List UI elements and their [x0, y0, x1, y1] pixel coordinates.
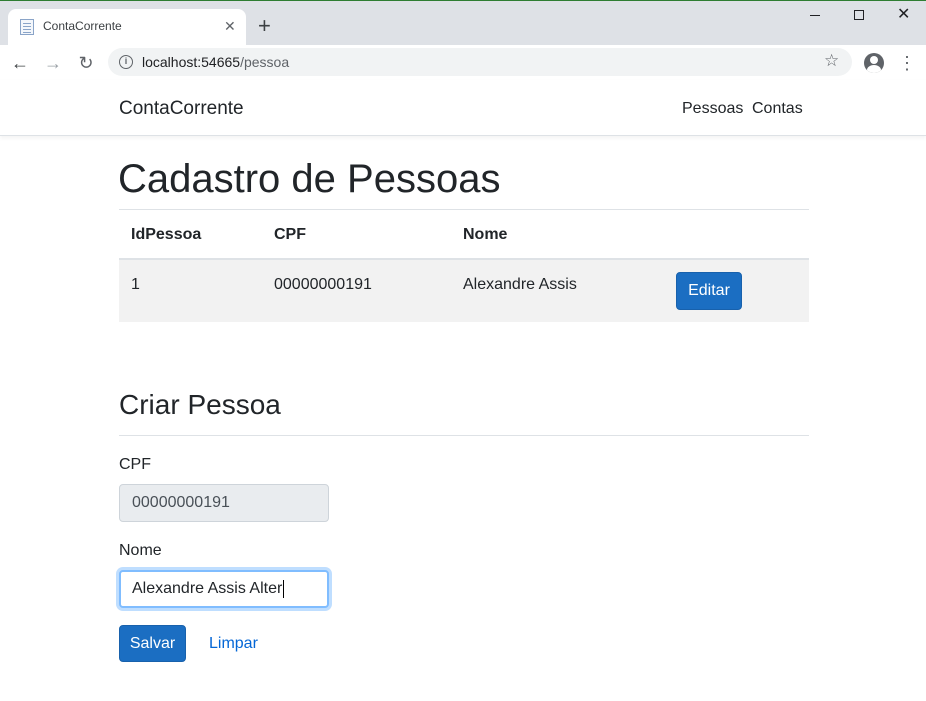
form-title: Criar Pessoa	[119, 389, 281, 420]
brand-link[interactable]: ContaCorrente	[119, 98, 244, 120]
browser-tab[interactable]: ContaCorrente ✕	[8, 9, 246, 45]
divider	[119, 435, 809, 436]
table-header: IdPessoa CPF Nome	[119, 210, 809, 260]
new-tab-icon[interactable]: +	[258, 15, 271, 37]
edit-button[interactable]: Editar	[676, 272, 742, 310]
url-text: localhost:54665/pessoa	[142, 54, 289, 70]
minimize-icon[interactable]	[810, 15, 820, 16]
address-bar[interactable]: i localhost:54665/pessoa ☆	[108, 48, 852, 76]
info-icon[interactable]: i	[119, 55, 133, 69]
page: ContaCorrente Pessoas Contas Cadastro de…	[0, 80, 926, 701]
save-button[interactable]: Salvar	[119, 625, 186, 662]
column-header-nome: Nome	[463, 226, 508, 243]
cpf-label: CPF	[119, 456, 151, 473]
close-window-icon[interactable]: ✕	[897, 5, 910, 25]
forward-arrow-icon[interactable]: →	[41, 51, 65, 75]
nav-link-pessoas[interactable]: Pessoas	[682, 100, 743, 118]
cpf-field[interactable]: 00000000191	[119, 484, 329, 522]
page-icon	[20, 19, 34, 35]
browser-toolbar: ← → ↻ i localhost:54665/pessoa ☆ ⋮	[0, 45, 926, 81]
site-navbar: ContaCorrente Pessoas Contas	[0, 80, 926, 136]
clear-link[interactable]: Limpar	[209, 635, 258, 653]
text-caret	[283, 579, 285, 598]
url-path: /pessoa	[240, 54, 290, 70]
browser-chrome: ContaCorrente ✕ + ✕ ← → ↻ i localhost:54…	[0, 0, 926, 81]
bookmark-star-icon[interactable]: ☆	[824, 51, 839, 71]
nav-link-contas[interactable]: Contas	[752, 100, 803, 118]
more-menu-icon[interactable]: ⋮	[898, 51, 916, 75]
nome-label: Nome	[119, 542, 162, 559]
table-row: 1 00000000191 Alexandre Assis Editar	[119, 260, 809, 322]
column-header-idpessoa: IdPessoa	[131, 226, 202, 243]
cell-idpessoa: 1	[131, 276, 140, 293]
cell-nome: Alexandre Assis	[463, 276, 577, 293]
cell-cpf: 00000000191	[274, 276, 372, 293]
column-header-cpf: CPF	[274, 226, 306, 243]
nome-field[interactable]: Alexandre Assis Alter	[119, 570, 329, 608]
page-title: Cadastro de Pessoas	[118, 157, 501, 201]
url-host: localhost:54665	[142, 54, 241, 70]
close-tab-icon[interactable]: ✕	[224, 17, 236, 35]
reload-icon[interactable]: ↻	[74, 51, 98, 75]
profile-icon[interactable]	[864, 53, 884, 73]
maximize-icon[interactable]	[854, 10, 864, 20]
tab-title: ContaCorrente	[43, 19, 122, 33]
back-arrow-icon[interactable]: ←	[8, 51, 32, 75]
nome-field-value: Alexandre Assis Alter	[132, 580, 283, 597]
pessoas-table: IdPessoa CPF Nome 1 00000000191 Alexandr…	[119, 209, 809, 322]
